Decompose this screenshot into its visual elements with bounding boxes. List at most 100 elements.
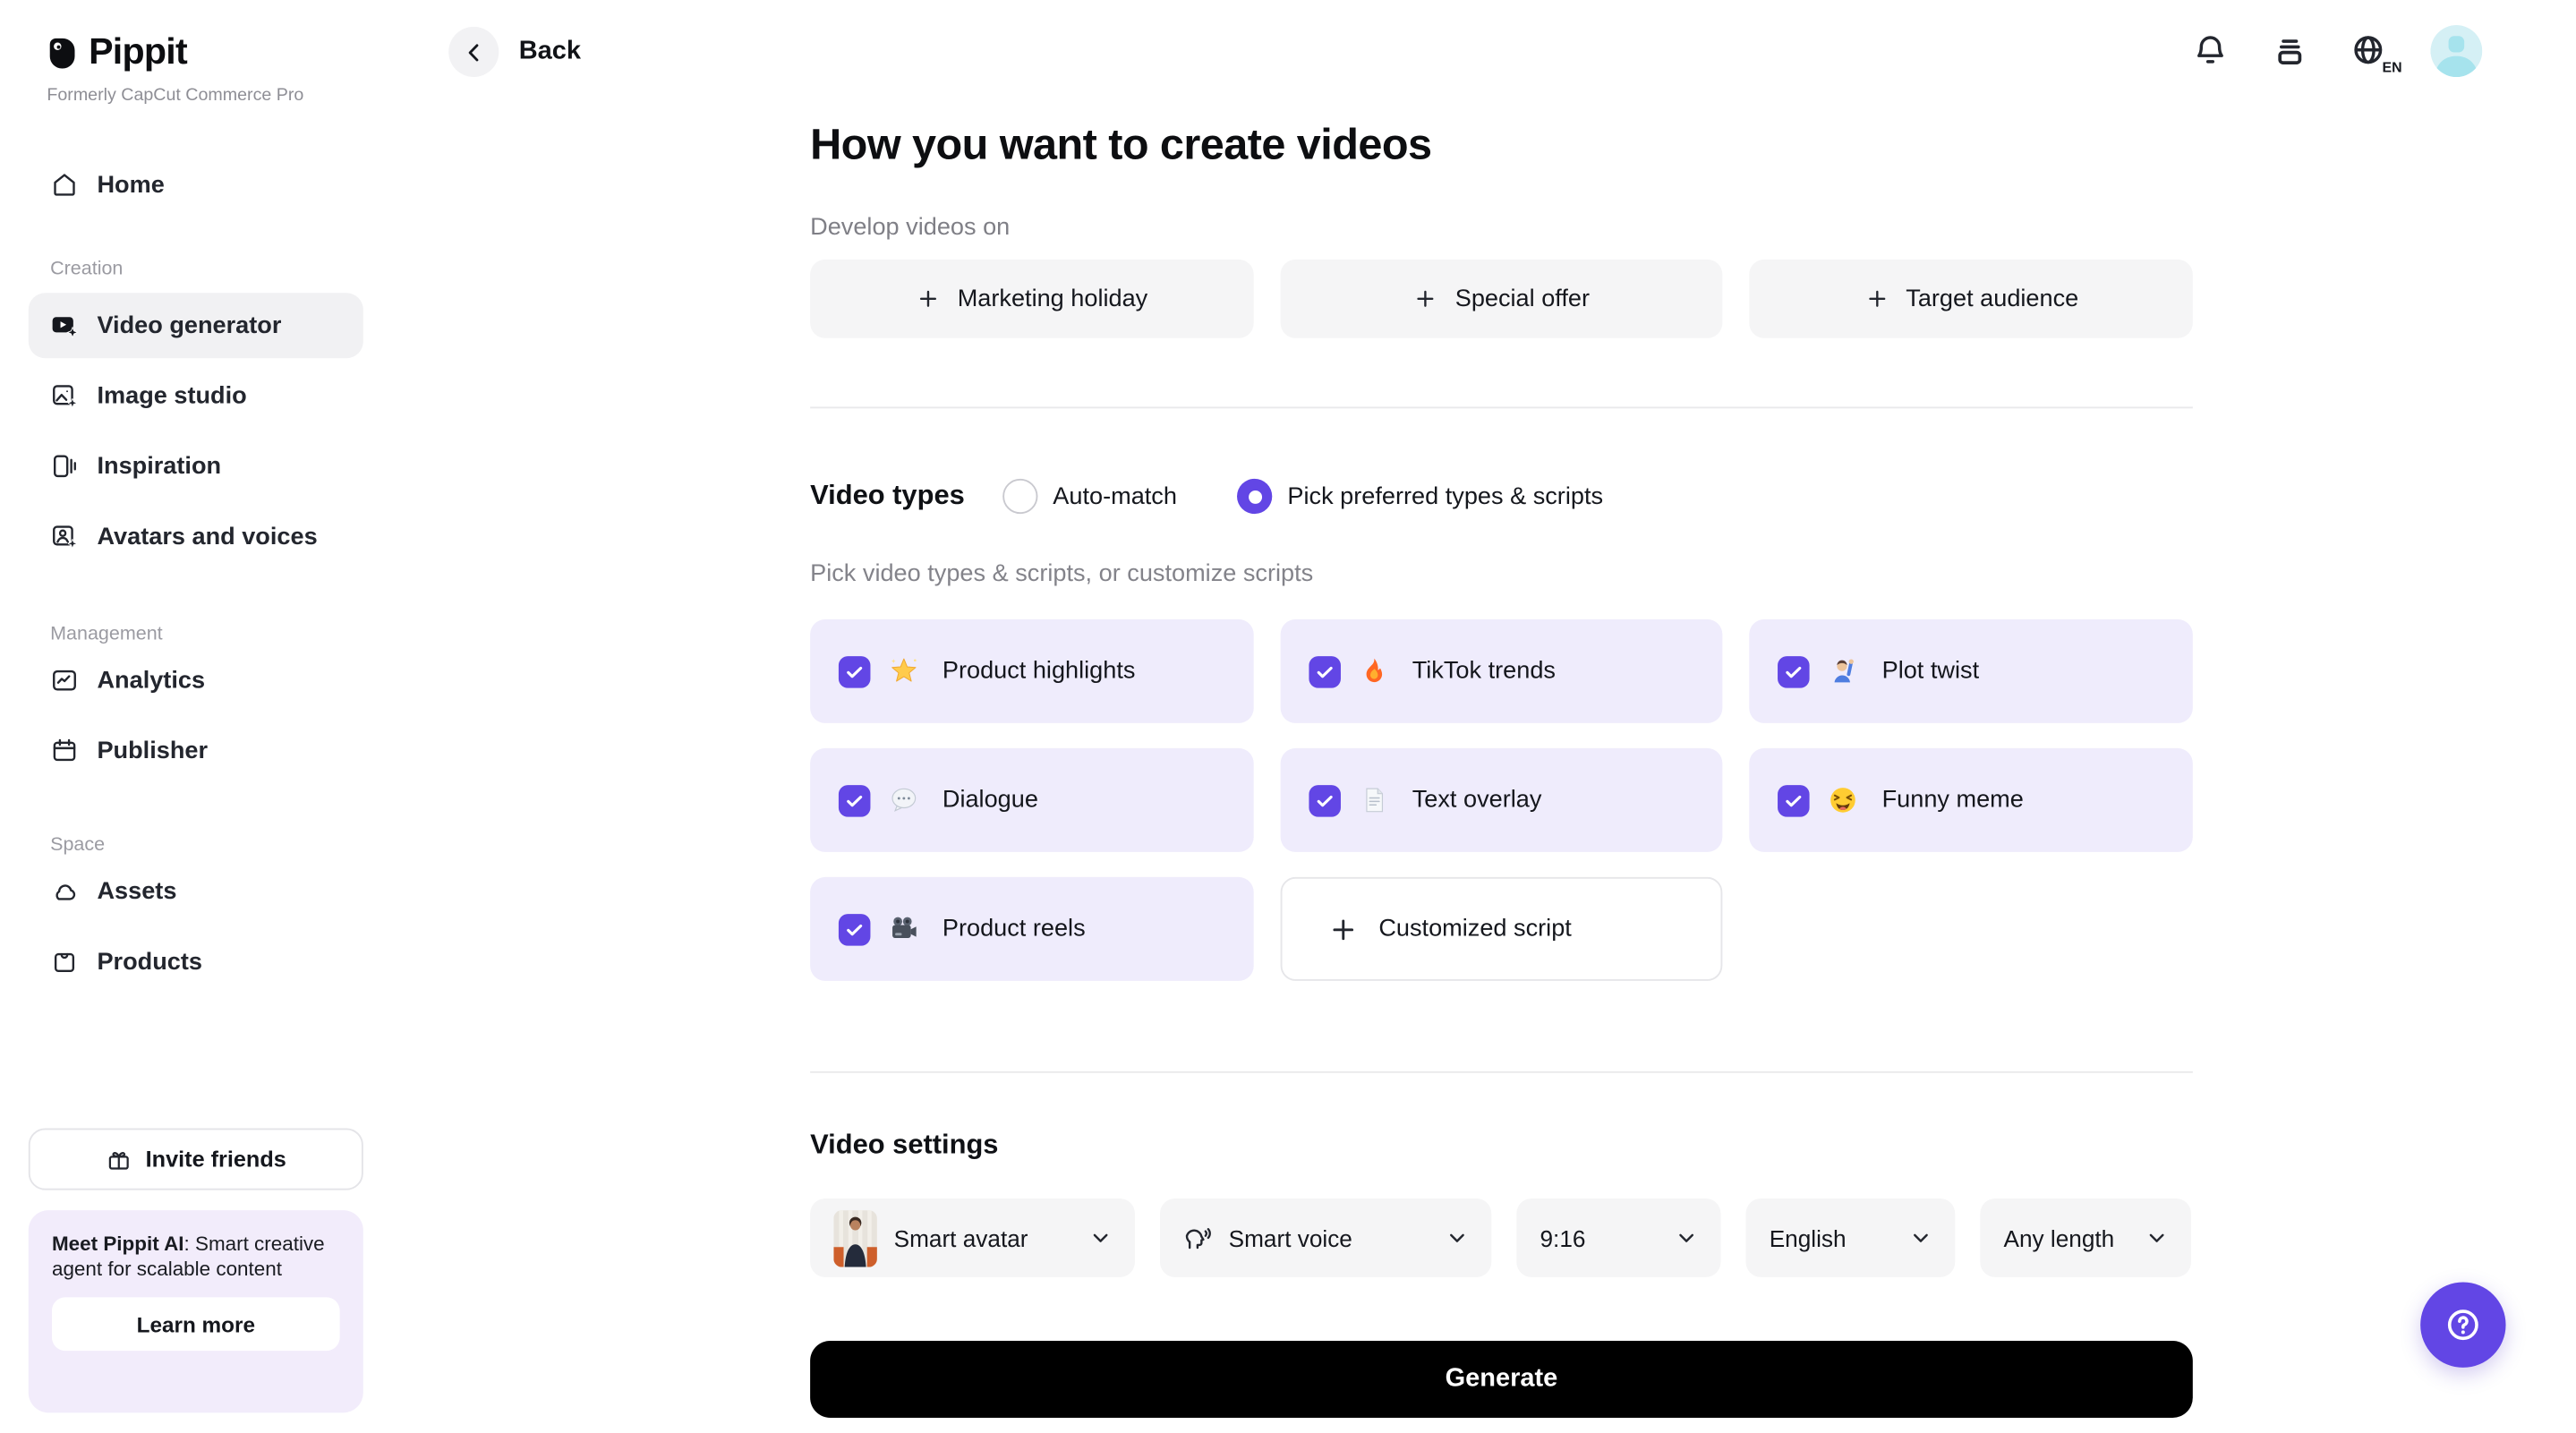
user-avatar[interactable] xyxy=(2430,25,2482,77)
promo-card: Meet Pippit AI: Smart creative agent for… xyxy=(29,1210,363,1412)
sidebar-section-management: Management xyxy=(29,625,363,644)
radio-button-selected[interactable] xyxy=(1237,479,1272,514)
speech-bubble-emoji xyxy=(889,785,919,815)
video-type-product-highlights[interactable]: Product highlights xyxy=(810,619,1253,723)
language-dropdown[interactable]: English xyxy=(1746,1198,1956,1277)
video-type-dialogue[interactable]: Dialogue xyxy=(810,748,1253,852)
video-type-label: Product highlights xyxy=(943,658,1136,685)
video-settings-row: Smart avatar xyxy=(810,1198,2193,1277)
chevron-down-icon xyxy=(1910,1227,1932,1249)
promo-title-bold: Meet Pippit AI xyxy=(52,1232,184,1255)
pippit-owl-icon xyxy=(47,35,77,68)
sidebar-item-label: Products xyxy=(97,948,202,975)
sidebar-item-label: Video generator xyxy=(97,312,281,339)
marketing-holiday-button[interactable]: Marketing holiday xyxy=(810,260,1253,338)
glowing-star-emoji xyxy=(889,656,919,687)
chevron-down-icon xyxy=(1446,1227,1468,1249)
page-document-emoji xyxy=(1359,785,1389,815)
help-question-icon xyxy=(2441,1302,2486,1347)
video-types-hint: Pick video types & scripts, or customize… xyxy=(810,562,2193,587)
checkbox-checked[interactable] xyxy=(839,784,871,816)
video-type-grid: Product highlights TikTok trends xyxy=(810,619,2193,981)
publisher-calendar-icon xyxy=(50,737,79,765)
video-type-tiktok-trends[interactable]: TikTok trends xyxy=(1280,619,1723,723)
help-button[interactable] xyxy=(2420,1282,2505,1367)
content: How you want to create videos Develop vi… xyxy=(810,0,2193,1418)
avatars-voices-icon xyxy=(50,522,79,550)
back-label: Back xyxy=(519,37,581,67)
back-button[interactable] xyxy=(448,27,499,77)
sidebar-item-analytics[interactable]: Analytics xyxy=(29,648,363,713)
sidebar-item-assets[interactable]: Assets xyxy=(29,858,363,924)
video-type-text-overlay[interactable]: Text overlay xyxy=(1280,748,1723,852)
video-settings-heading: Video settings xyxy=(810,1128,2193,1163)
dropdown-value: 9:16 xyxy=(1540,1224,1585,1251)
learn-more-button[interactable]: Learn more xyxy=(52,1297,340,1351)
sidebar-item-image-studio[interactable]: Image studio xyxy=(29,363,363,429)
aspect-ratio-dropdown[interactable]: 9:16 xyxy=(1516,1198,1720,1277)
home-icon xyxy=(50,171,79,200)
radio-label: Pick preferred types & scripts xyxy=(1287,483,1603,510)
brand-tagline: Formerly CapCut Commerce Pro xyxy=(47,85,393,105)
radio-auto-match[interactable]: Auto-match xyxy=(1002,479,1177,514)
main-area: Back EN xyxy=(393,0,2576,1433)
language-label: EN xyxy=(2381,58,2402,75)
laughing-face-emoji xyxy=(1829,785,1859,815)
sidebar-item-products[interactable]: Products xyxy=(29,929,363,994)
plus-icon xyxy=(1328,915,1357,943)
checkbox-checked[interactable] xyxy=(1309,784,1341,816)
length-dropdown[interactable]: Any length xyxy=(1980,1198,2191,1277)
smart-voice-dropdown[interactable]: Smart voice xyxy=(1160,1198,1491,1277)
dropdown-value: Smart avatar xyxy=(894,1224,1028,1251)
video-types-heading: Video types xyxy=(810,481,977,513)
speaking-head-icon xyxy=(1183,1224,1212,1252)
invite-friends-button[interactable]: Invite friends xyxy=(29,1128,363,1190)
sidebar-item-publisher[interactable]: Publisher xyxy=(29,718,363,783)
sidebar-item-video-generator[interactable]: Video generator xyxy=(29,293,363,358)
plus-icon xyxy=(1864,286,1889,311)
generate-button[interactable]: Generate xyxy=(810,1341,2193,1418)
radio-pick-preferred[interactable]: Pick preferred types & scripts xyxy=(1237,479,1603,514)
video-type-product-reels[interactable]: Product reels xyxy=(810,877,1253,981)
plus-icon xyxy=(916,286,941,311)
develop-videos-label: Develop videos on xyxy=(810,216,2193,241)
checkbox-checked[interactable] xyxy=(839,913,871,945)
customized-script-label: Customized script xyxy=(1378,916,1571,943)
video-type-label: Product reels xyxy=(943,916,1086,943)
bell-icon[interactable] xyxy=(2191,32,2230,71)
topbar-icons: EN xyxy=(2191,25,2482,77)
checkbox-checked[interactable] xyxy=(839,655,871,687)
brand-name: Pippit xyxy=(89,30,187,74)
sidebar-item-home[interactable]: Home xyxy=(29,152,363,218)
smart-avatar-dropdown[interactable]: Smart avatar xyxy=(810,1198,1135,1277)
radio-label: Auto-match xyxy=(1053,483,1177,510)
customized-script-button[interactable]: Customized script xyxy=(1280,877,1723,981)
sidebar-item-label: Assets xyxy=(97,878,176,905)
plus-icon xyxy=(1413,286,1438,311)
brand-logo[interactable]: Pippit xyxy=(47,30,393,74)
develop-options: Marketing holiday Special offer Target a… xyxy=(810,260,2193,338)
video-types-row: Video types Auto-match Pick preferred ty… xyxy=(810,479,2193,514)
video-type-plot-twist[interactable]: Plot twist xyxy=(1750,619,2193,723)
video-type-funny-meme[interactable]: Funny meme xyxy=(1750,748,2193,852)
promo-text: Meet Pippit AI: Smart creative agent for… xyxy=(52,1232,340,1282)
special-offer-button[interactable]: Special offer xyxy=(1280,260,1723,338)
sidebar: Pippit Formerly CapCut Commerce Pro Home… xyxy=(0,0,393,1433)
language-switcher[interactable]: EN xyxy=(2350,32,2389,71)
sidebar-item-label: Publisher xyxy=(97,738,208,764)
card-stack-icon[interactable] xyxy=(2272,32,2308,69)
checkbox-checked[interactable] xyxy=(1309,655,1341,687)
option-label: Special offer xyxy=(1455,286,1590,312)
video-generator-icon xyxy=(50,311,79,340)
movie-camera-emoji xyxy=(889,914,919,944)
radio-button[interactable] xyxy=(1002,479,1037,514)
image-studio-icon xyxy=(50,381,79,410)
sidebar-item-avatars-voices[interactable]: Avatars and voices xyxy=(29,504,363,569)
sidebar-nav: Home Creation Video generator xyxy=(0,152,393,994)
target-audience-button[interactable]: Target audience xyxy=(1750,260,2193,338)
person-raising-hand-emoji xyxy=(1829,656,1859,687)
shopping-bag-icon xyxy=(50,947,79,976)
checkbox-checked[interactable] xyxy=(1778,655,1811,687)
sidebar-item-inspiration[interactable]: Inspiration xyxy=(29,433,363,499)
checkbox-checked[interactable] xyxy=(1778,784,1811,816)
